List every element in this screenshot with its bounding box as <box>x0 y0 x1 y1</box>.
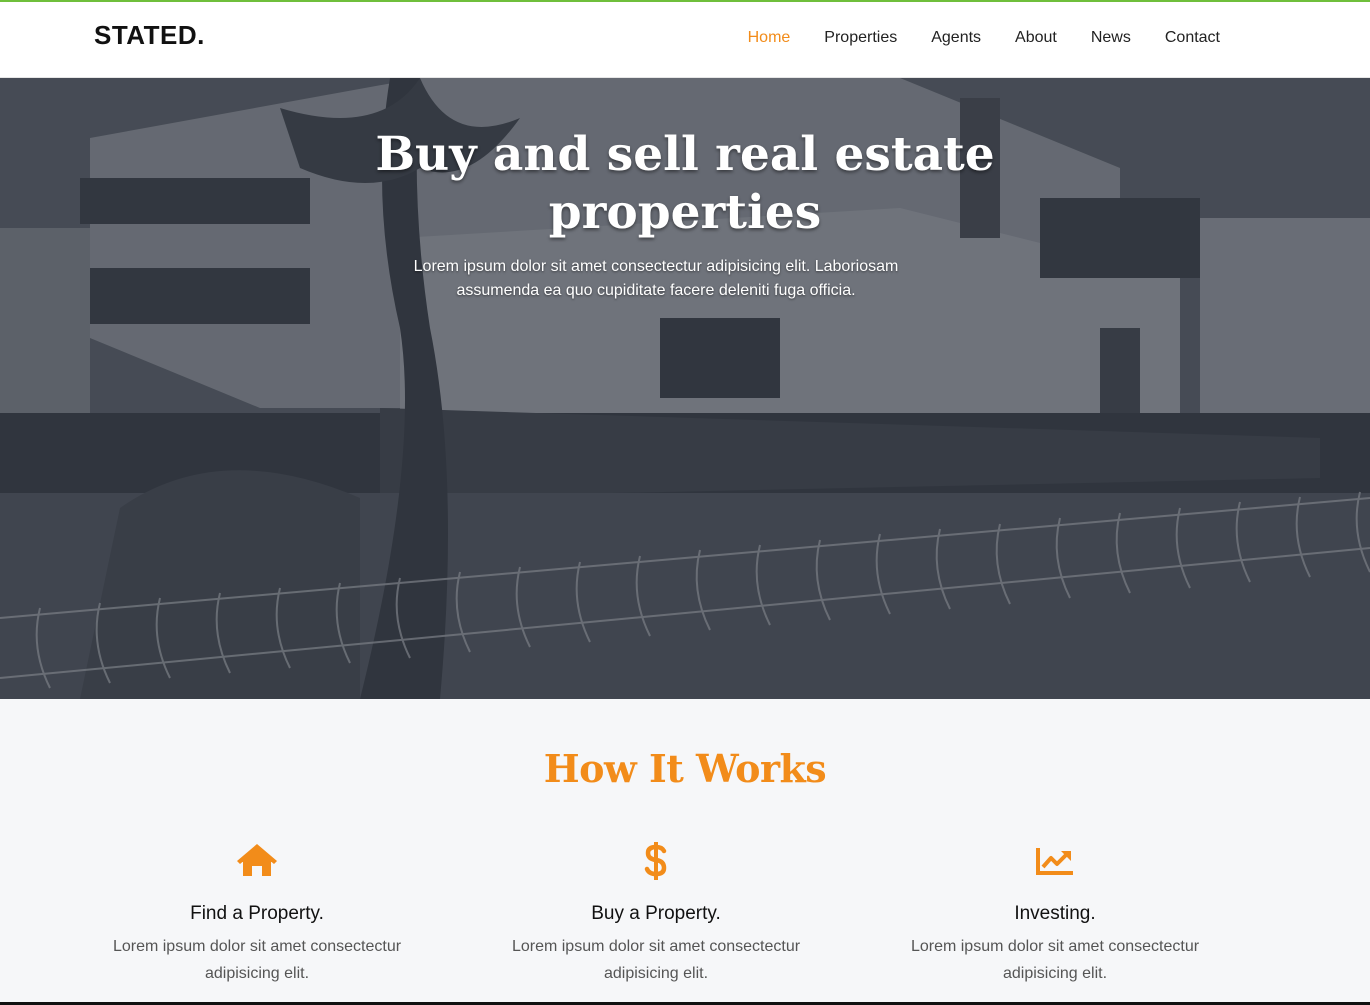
dollar-icon <box>486 841 826 881</box>
feature-title: Investing. <box>1014 903 1096 924</box>
site-logo[interactable]: STATED. <box>94 20 205 51</box>
hero-section: Buy and sell real estate properties Lore… <box>0 78 1370 699</box>
hero-title-line-2: properties <box>548 185 822 240</box>
feature-text: Lorem ipsum dolor sit amet consectectur … <box>112 938 402 982</box>
feature-text: Lorem ipsum dolor sit amet consectectur … <box>910 938 1200 982</box>
feature-title: Buy a Property. <box>591 903 721 924</box>
nav-link-agents[interactable]: Agents <box>931 29 981 47</box>
nav-link-contact[interactable]: Contact <box>1165 29 1220 47</box>
chart-line-icon <box>885 841 1225 881</box>
hero-title-line-1: Buy and sell real estate <box>375 127 995 182</box>
site-header: STATED. Home Properties Agents About New… <box>0 2 1370 78</box>
nav-link-properties[interactable]: Properties <box>824 29 897 47</box>
hero-subtitle: Lorem ipsum dolor sit amet consectectur … <box>413 258 899 299</box>
nav-link-about[interactable]: About <box>1015 29 1057 47</box>
nav-link-news[interactable]: News <box>1091 29 1131 47</box>
feature-find-property: Find a Property. Lorem ipsum dolor sit a… <box>87 841 427 987</box>
feature-text: Lorem ipsum dolor sit amet consectectur … <box>511 938 801 982</box>
main-nav: Home Properties Agents About News Contac… <box>748 29 1220 47</box>
feature-investing: Investing. Lorem ipsum dolor sit amet co… <box>885 841 1225 987</box>
feature-title: Find a Property. <box>190 903 324 924</box>
hero-title: Buy and sell real estate properties <box>0 126 1370 242</box>
nav-link-home[interactable]: Home <box>748 29 791 47</box>
home-icon <box>87 841 427 881</box>
how-it-works-section: How It Works Find a Property. Lorem ipsu… <box>0 699 1370 1002</box>
feature-buy-property: Buy a Property. Lorem ipsum dolor sit am… <box>486 841 826 987</box>
how-it-works-title: How It Works <box>543 746 827 791</box>
